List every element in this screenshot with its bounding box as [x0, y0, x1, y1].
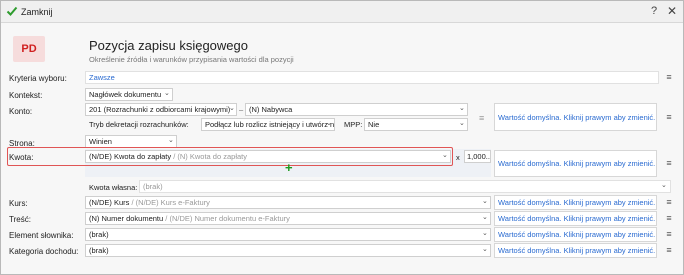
- plus-icon[interactable]: +: [285, 161, 293, 174]
- document-type-logo: PD: [13, 36, 45, 62]
- element-slownika-label: Element słownika:: [9, 231, 74, 240]
- check-icon[interactable]: [6, 5, 18, 17]
- kurs-select[interactable]: (N/DE) Kurs / (N/DE) Kurs e-Faktury: [85, 196, 491, 209]
- kategoria-default-panel[interactable]: Wartość domyślna. Kliknij prawym aby zmi…: [494, 243, 657, 258]
- chevron-down-icon[interactable]: ⌄: [326, 119, 333, 129]
- konto-account-select[interactable]: 201 (Rozrachunki z odbiorcami krajowymi): [85, 103, 237, 116]
- konto-row-menu-icon[interactable]: ≡: [663, 112, 675, 123]
- element-slownika-select[interactable]: (brak): [85, 228, 491, 241]
- mpp-value: Nie: [368, 120, 380, 129]
- tresc-row-menu-icon[interactable]: ≡: [663, 213, 675, 224]
- chevron-down-icon[interactable]: ⌄: [164, 89, 171, 99]
- tresc-value-alt: / (N/DE) Numer dokumentu e-Faktury: [165, 214, 290, 223]
- chevron-down-icon[interactable]: ⌄: [459, 119, 466, 129]
- kurs-value-main: (N/DE) Kurs: [89, 198, 130, 207]
- konto-default-panel[interactable]: Wartość domyślna. Kliknij prawym aby zmi…: [494, 103, 657, 131]
- chevron-down-icon[interactable]: ⌄: [482, 197, 489, 207]
- close-action-label[interactable]: Zamknij: [21, 7, 53, 17]
- kontekst-value: Nagłówek dokumentu: [89, 90, 162, 99]
- kwota-multiplier-value: 1,000...: [467, 152, 491, 161]
- strona-value: Winien: [89, 137, 112, 146]
- kontekst-label: Kontekst:: [9, 91, 43, 100]
- chevron-down-icon[interactable]: ⌄: [442, 151, 449, 161]
- kwota-select[interactable]: (N/DE) Kwota do zapłaty / (N) Kwota do z…: [85, 150, 451, 163]
- kwota-wlasna-label: Kwota własna:: [89, 183, 138, 192]
- kryteria-label: Kryteria wyboru:: [9, 74, 67, 83]
- mpp-label: MPP:: [344, 120, 363, 129]
- page-title: Pozycja zapisu księgowego: [89, 38, 248, 53]
- element-row-menu-icon[interactable]: ≡: [663, 229, 675, 240]
- chevron-down-icon[interactable]: ⌄: [482, 229, 489, 239]
- kwota-default-panel[interactable]: Wartość domyślna. Kliknij prawym aby zmi…: [494, 150, 657, 177]
- tresc-default-panel[interactable]: Wartość domyślna. Kliknij prawym aby zmi…: [494, 211, 657, 226]
- kwota-multiplier-input[interactable]: 1,000...: [464, 150, 491, 163]
- konto-party-select[interactable]: (N) Nabywca: [245, 103, 468, 116]
- tresc-default-link[interactable]: Wartość domyślna. Kliknij prawym aby zmi…: [498, 213, 655, 224]
- kategoria-row-menu-icon[interactable]: ≡: [663, 245, 675, 256]
- kurs-row-menu-icon[interactable]: ≡: [663, 197, 675, 208]
- konto-default-link[interactable]: Wartość domyślna. Kliknij prawym aby zmi…: [498, 112, 655, 123]
- tryb-dekretacji-select[interactable]: Podłącz lub rozlicz istniejący i utwórz …: [201, 118, 335, 131]
- tryb-dekretacji-value: Podłącz lub rozlicz istniejący i utwórz …: [205, 120, 335, 129]
- help-icon[interactable]: ?: [651, 5, 657, 17]
- chevron-down-icon[interactable]: ⌄: [482, 245, 489, 255]
- konto-account-value: 201 (Rozrachunki z odbiorcami krajowymi): [89, 105, 231, 114]
- chevron-down-icon[interactable]: ⌄: [229, 104, 236, 114]
- kwota-wlasna-select[interactable]: (brak): [139, 180, 671, 193]
- kurs-default-panel[interactable]: Wartość domyślna. Kliknij prawym aby zmi…: [494, 195, 657, 210]
- chevron-down-icon[interactable]: ⌄: [661, 181, 668, 191]
- kwota-value-alt: / (N) Kwota do zapłaty: [173, 152, 247, 161]
- konto-menu-icon[interactable]: ≡: [479, 113, 484, 124]
- konto-party-value: (N) Nabywca: [249, 105, 293, 114]
- mpp-select[interactable]: Nie: [364, 118, 468, 131]
- kwota-row-menu-icon[interactable]: ≡: [663, 158, 675, 169]
- kurs-default-link[interactable]: Wartość domyślna. Kliknij prawym aby zmi…: [498, 197, 655, 208]
- konto-label: Konto:: [9, 107, 33, 116]
- element-default-link[interactable]: Wartość domyślna. Kliknij prawym aby zmi…: [498, 229, 655, 240]
- title-bar: Zamknij ? ✕: [1, 1, 683, 23]
- kategoria-dochodu-label: Kategoria dochodu:: [9, 247, 79, 256]
- element-default-panel[interactable]: Wartość domyślna. Kliknij prawym aby zmi…: [494, 227, 657, 242]
- kwota-multiplier-sign: x: [456, 153, 460, 162]
- kwota-default-link[interactable]: Wartość domyślna. Kliknij prawym aby zmi…: [498, 158, 655, 169]
- dialog-window: Zamknij ? ✕ PD Pozycja zapisu księgowego…: [0, 0, 684, 275]
- kontekst-select[interactable]: Nagłówek dokumentu: [85, 88, 173, 101]
- tresc-select[interactable]: (N) Numer dokumentu / (N/DE) Numer dokum…: [85, 212, 491, 225]
- kryteria-field[interactable]: Zawsze: [85, 71, 659, 84]
- chevron-down-icon[interactable]: ⌄: [168, 136, 175, 146]
- page-subtitle: Określenie źródła i warunków przypisania…: [89, 55, 294, 64]
- tresc-value-main: (N) Numer dokumentu: [89, 214, 164, 223]
- tryb-dekretacji-label: Tryb dekretacji rozrachunków:: [89, 120, 189, 129]
- kwota-wlasna-value: (brak): [143, 182, 163, 191]
- chevron-down-icon[interactable]: ⌄: [482, 213, 489, 223]
- tresc-label: Treść:: [9, 215, 31, 224]
- konto-separator: –: [239, 105, 244, 114]
- kategoria-default-link[interactable]: Wartość domyślna. Kliknij prawym aby zmi…: [498, 245, 655, 256]
- kategoria-dochodu-value: (brak): [89, 246, 109, 255]
- kurs-label: Kurs:: [9, 199, 28, 208]
- element-slownika-value: (brak): [89, 230, 109, 239]
- kryteria-value[interactable]: Zawsze: [89, 72, 115, 83]
- kategoria-dochodu-select[interactable]: (brak): [85, 244, 491, 257]
- kryteria-menu-icon[interactable]: ≡: [663, 72, 675, 83]
- kurs-value-alt: / (N/DE) Kurs e-Faktury: [131, 198, 210, 207]
- kwota-value-main: (N/DE) Kwota do zapłaty: [89, 152, 172, 161]
- chevron-down-icon[interactable]: ⌄: [459, 104, 466, 114]
- close-icon[interactable]: ✕: [667, 4, 677, 18]
- kwota-label: Kwota:: [9, 153, 34, 162]
